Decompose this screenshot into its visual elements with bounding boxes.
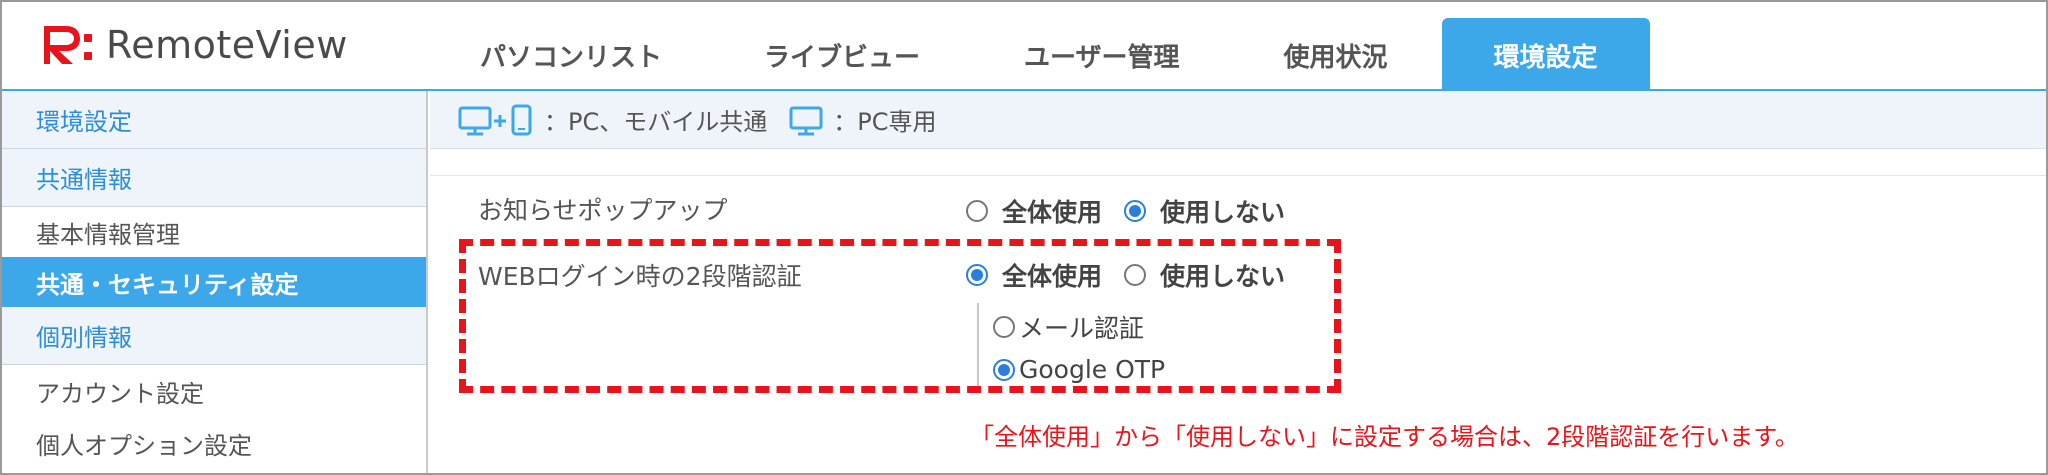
two-factor-warning-text: 「全体使用」から「使用しない」に設定する場合は、2段階認証を行います。 (970, 423, 1799, 451)
sidebar: 環境設定 共通情報 基本情報管理 共通・セキュリティ設定 個別情報 アカウント設… (2, 91, 428, 473)
header: RemoteView パソコンリスト ライブビュー ユーザー管理 使用状況 環境… (2, 2, 2046, 92)
radio-button-checked[interactable] (1124, 200, 1147, 222)
radio-button[interactable] (1124, 264, 1147, 286)
radio-label: Google OTP (1019, 355, 1166, 384)
popup-option-none[interactable]: 使用しない (1124, 193, 1285, 229)
radio-label: 全体使用 (1002, 198, 1103, 227)
sidebar-item-environment-settings[interactable]: 環境設定 (2, 91, 426, 149)
sidebar-item-basic-info-management[interactable]: 基本情報管理 (2, 207, 426, 257)
radio-button[interactable] (966, 200, 988, 222)
main-nav: パソコンリスト ライブビュー ユーザー管理 使用状況 環境設定 (432, 18, 1650, 92)
radio-button-checked[interactable] (993, 358, 1015, 381)
tab-usage-status[interactable]: 使用状況 (1232, 18, 1440, 92)
two-factor-setting-label: WEBログイン時の2段階認証 (478, 262, 802, 291)
popup-setting-radios: 全体使用 使用しない (966, 193, 1285, 229)
tab-pc-list[interactable]: パソコンリスト (432, 18, 712, 92)
popup-option-all[interactable]: 全体使用 (966, 193, 1102, 229)
platform-legend: ：PC、モバイル共通 ：PC専用 (430, 91, 2046, 149)
radio-button[interactable] (993, 316, 1015, 338)
sidebar-item-individual-info[interactable]: 個別情報 (2, 307, 426, 365)
legend-common-text: ：PC、モバイル共通 (544, 108, 768, 136)
logo-text: RemoteView (106, 23, 348, 67)
sidebar-item-common-info[interactable]: 共通情報 (2, 149, 426, 207)
divider (430, 175, 2046, 176)
two-factor-method-group: メール認証 Google OTP (977, 303, 1237, 391)
method-option-email[interactable]: メール認証 (993, 309, 1144, 345)
popup-setting-label: お知らせポップアップ (478, 196, 728, 225)
two-factor-setting-radios: 全体使用 使用しない (966, 257, 1285, 293)
legend-pc-text: ：PC専用 (833, 108, 937, 136)
two-factor-option-all[interactable]: 全体使用 (966, 257, 1102, 293)
two-factor-option-none[interactable]: 使用しない (1124, 257, 1285, 293)
pc-icon (789, 103, 825, 137)
tab-environment-settings[interactable]: 環境設定 (1441, 18, 1650, 92)
radio-label: メール認証 (1019, 314, 1145, 343)
tab-live-view[interactable]: ライブビュー (712, 18, 972, 92)
logo[interactable]: RemoteView (40, 20, 348, 70)
radio-label: 使用しない (1160, 198, 1286, 227)
radio-button-checked[interactable] (966, 264, 988, 286)
radio-label: 使用しない (1160, 262, 1286, 291)
method-option-google-otp[interactable]: Google OTP (993, 355, 1165, 384)
tab-user-management[interactable]: ユーザー管理 (972, 18, 1231, 92)
sidebar-item-common-security-settings[interactable]: 共通・セキュリティ設定 (2, 257, 426, 307)
sidebar-item-account-settings[interactable]: アカウント設定 (2, 365, 426, 417)
remoteview-logo-icon (44, 26, 92, 64)
radio-label: 全体使用 (1002, 262, 1103, 291)
pc-plus-mobile-icon (458, 103, 536, 137)
main-content: ：PC、モバイル共通 ：PC専用 お知らせポップアップ 全体使用 使用しない W… (430, 91, 2046, 473)
sidebar-item-personal-options[interactable]: 個人オプション設定 (2, 417, 426, 469)
